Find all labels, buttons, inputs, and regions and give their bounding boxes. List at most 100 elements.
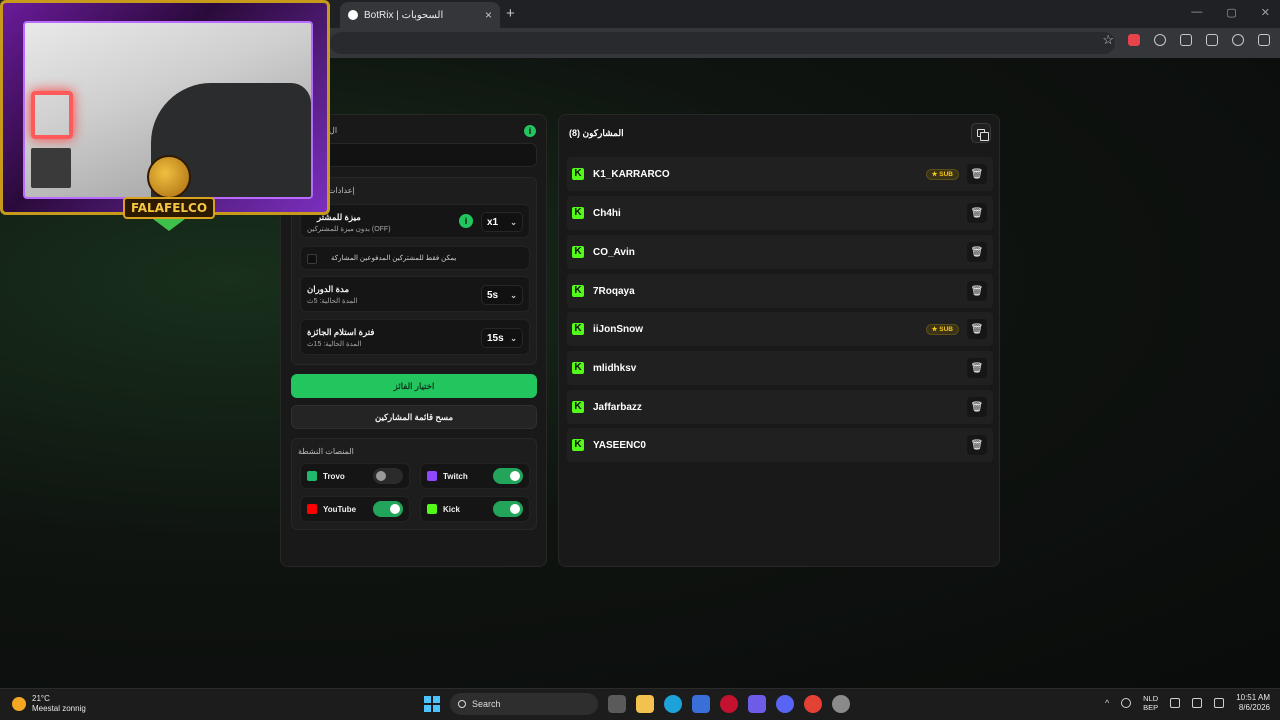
participants-panel: المشاركون (8) K K1_KARRARCO ★ SUB 🗑 K Ch… bbox=[558, 114, 1000, 567]
delete-participant-button[interactable]: 🗑 bbox=[967, 397, 987, 417]
volume-icon[interactable] bbox=[1192, 698, 1203, 708]
logo-text: FALAFELCO bbox=[123, 197, 215, 219]
participant-row: K Jaffarbazz 🗑 bbox=[567, 390, 993, 424]
close-window-button[interactable]: ✕ bbox=[1261, 6, 1270, 19]
chrome-icon[interactable] bbox=[804, 695, 822, 713]
shield-icon[interactable] bbox=[1154, 34, 1166, 46]
windows-start-icon[interactable] bbox=[424, 696, 440, 712]
info-icon[interactable]: i bbox=[524, 125, 536, 137]
participant-username: Ch4hi bbox=[593, 207, 621, 219]
task-view-icon[interactable] bbox=[608, 695, 626, 713]
webcam-overlay: FALAFELCO bbox=[0, 0, 330, 231]
multiplier-info-icon[interactable]: i bbox=[459, 214, 473, 228]
clock[interactable]: 10:51 AM 8/6/2026 bbox=[1236, 693, 1270, 713]
reading-list-icon[interactable] bbox=[1206, 34, 1218, 46]
platform-kick: Kick bbox=[420, 496, 530, 522]
participant-row: K Ch4hi 🗑 bbox=[567, 196, 993, 230]
panel-title-fragment: ال bbox=[329, 126, 338, 135]
maximize-button[interactable]: ▢ bbox=[1226, 6, 1236, 19]
edge-icon[interactable] bbox=[664, 695, 682, 713]
participant-row: K iiJonSnow ★ SUB 🗑 bbox=[567, 312, 993, 346]
multiplier-select[interactable]: x1 ⌄ bbox=[481, 212, 523, 232]
youtube-icon bbox=[307, 504, 317, 514]
participant-username: Jaffarbazz bbox=[593, 401, 642, 413]
address-bar[interactable] bbox=[330, 32, 1115, 54]
trovo-icon bbox=[307, 471, 317, 481]
browser-tab[interactable]: BotRix | السحوبات × bbox=[340, 2, 500, 28]
taskbar-search[interactable]: Search bbox=[450, 693, 598, 715]
trovo-toggle[interactable] bbox=[373, 468, 403, 484]
subs-only-checkbox[interactable] bbox=[307, 254, 317, 264]
falafelco-logo: FALAFELCO bbox=[123, 153, 215, 235]
delete-participant-button[interactable]: 🗑 bbox=[967, 164, 987, 184]
subscriber-multiplier-row: ميزة للمشتر بدون ميزة للمشتركين (OFF) i … bbox=[300, 204, 530, 238]
kick-icon: K bbox=[572, 323, 584, 335]
spin-duration-select[interactable]: 5s ⌄ bbox=[481, 285, 523, 305]
kick-icon: K bbox=[572, 168, 584, 180]
media-app-icon[interactable] bbox=[748, 695, 766, 713]
chevron-up-icon[interactable]: ^ bbox=[1105, 698, 1109, 708]
twitch-toggle[interactable] bbox=[493, 468, 523, 484]
clock-date: 8/6/2026 bbox=[1238, 703, 1270, 712]
taskbar-apps: Search bbox=[424, 693, 850, 715]
extension-red-icon[interactable] bbox=[1128, 34, 1140, 46]
menu-dots-icon[interactable] bbox=[1258, 34, 1270, 46]
minimize-button[interactable]: — bbox=[1191, 6, 1202, 19]
delete-participant-button[interactable]: 🗑 bbox=[967, 203, 987, 223]
delete-participant-button[interactable]: 🗑 bbox=[967, 242, 987, 262]
spin-duration-subtitle: المدة الحالية: 5ث bbox=[307, 298, 358, 305]
file-explorer-icon[interactable] bbox=[636, 695, 654, 713]
kick-icon bbox=[427, 504, 437, 514]
weather-widget[interactable]: 21°C Meestal zonnig bbox=[12, 694, 86, 714]
participant-username: 7Roqaya bbox=[593, 285, 635, 297]
spin-duration-value: 5s bbox=[487, 289, 499, 301]
claim-period-select[interactable]: 15s ⌄ bbox=[481, 328, 523, 348]
copy-list-button[interactable] bbox=[971, 123, 991, 143]
delete-participant-button[interactable]: 🗑 bbox=[967, 319, 987, 339]
microphone-icon[interactable] bbox=[1121, 698, 1132, 708]
platform-twitch: Twitch bbox=[420, 463, 530, 489]
subs-only-row: يمكن فقط للمشتركين المدفوعين المشاركة bbox=[300, 246, 530, 270]
store-icon[interactable] bbox=[692, 695, 710, 713]
keyboard-layout: BEP bbox=[1143, 703, 1159, 712]
clear-participants-button[interactable]: مسح قائمة المشاركين bbox=[291, 405, 537, 429]
opera-icon[interactable] bbox=[720, 695, 738, 713]
kick-icon: K bbox=[572, 401, 584, 413]
settings-heading: إعدادات bbox=[328, 186, 355, 195]
kick-toggle[interactable] bbox=[493, 501, 523, 517]
delete-participant-button[interactable]: 🗑 bbox=[967, 281, 987, 301]
settings-gear-icon[interactable] bbox=[832, 695, 850, 713]
spin-duration-row: مدة الدوران المدة الحالية: 5ث 5s ⌄ bbox=[300, 276, 530, 312]
tab-close-icon[interactable]: × bbox=[485, 8, 492, 22]
platform-youtube: YouTube bbox=[300, 496, 410, 522]
extensions-puzzle-icon[interactable] bbox=[1180, 34, 1192, 46]
bookmark-star-icon[interactable]: ☆ bbox=[1102, 33, 1114, 46]
platform-name: Kick bbox=[443, 504, 460, 514]
clock-time: 10:51 AM bbox=[1236, 693, 1270, 702]
language-indicator[interactable]: NLD BEP bbox=[1143, 694, 1158, 712]
network-icon[interactable] bbox=[1170, 698, 1181, 708]
toolbar-icons: ☆ bbox=[1102, 33, 1270, 46]
neon-light bbox=[31, 91, 73, 139]
claim-period-title: فترة استلام الجائزة bbox=[307, 327, 375, 337]
new-tab-button[interactable]: + bbox=[506, 5, 515, 22]
battery-icon[interactable] bbox=[1214, 698, 1225, 708]
active-platforms-section: المنصات النشطة Twitch Trovo Kick YouTube bbox=[291, 438, 537, 530]
sub-badge: ★ SUB bbox=[925, 168, 959, 180]
window-controls: — ▢ ✕ bbox=[1191, 6, 1270, 19]
profile-avatar-icon[interactable] bbox=[1232, 34, 1244, 46]
chevron-down-icon: ⌄ bbox=[510, 290, 517, 300]
copy-icon bbox=[977, 129, 989, 141]
delete-participant-button[interactable]: 🗑 bbox=[967, 435, 987, 455]
delete-participant-button[interactable]: 🗑 bbox=[967, 358, 987, 378]
platform-name: Twitch bbox=[443, 471, 468, 481]
search-icon bbox=[458, 700, 466, 708]
discord-icon[interactable] bbox=[776, 695, 794, 713]
participant-row: K 7Roqaya 🗑 bbox=[567, 274, 993, 308]
claim-period-row: فترة استلام الجائزة المدة الحالية: 15ث 1… bbox=[300, 319, 530, 355]
pick-winner-button[interactable]: اختيار الفائز bbox=[291, 374, 537, 398]
multiplier-value: x1 bbox=[487, 216, 499, 228]
participant-username: YASEENC0 bbox=[593, 439, 646, 451]
youtube-toggle[interactable] bbox=[373, 501, 403, 517]
twitch-icon bbox=[427, 471, 437, 481]
